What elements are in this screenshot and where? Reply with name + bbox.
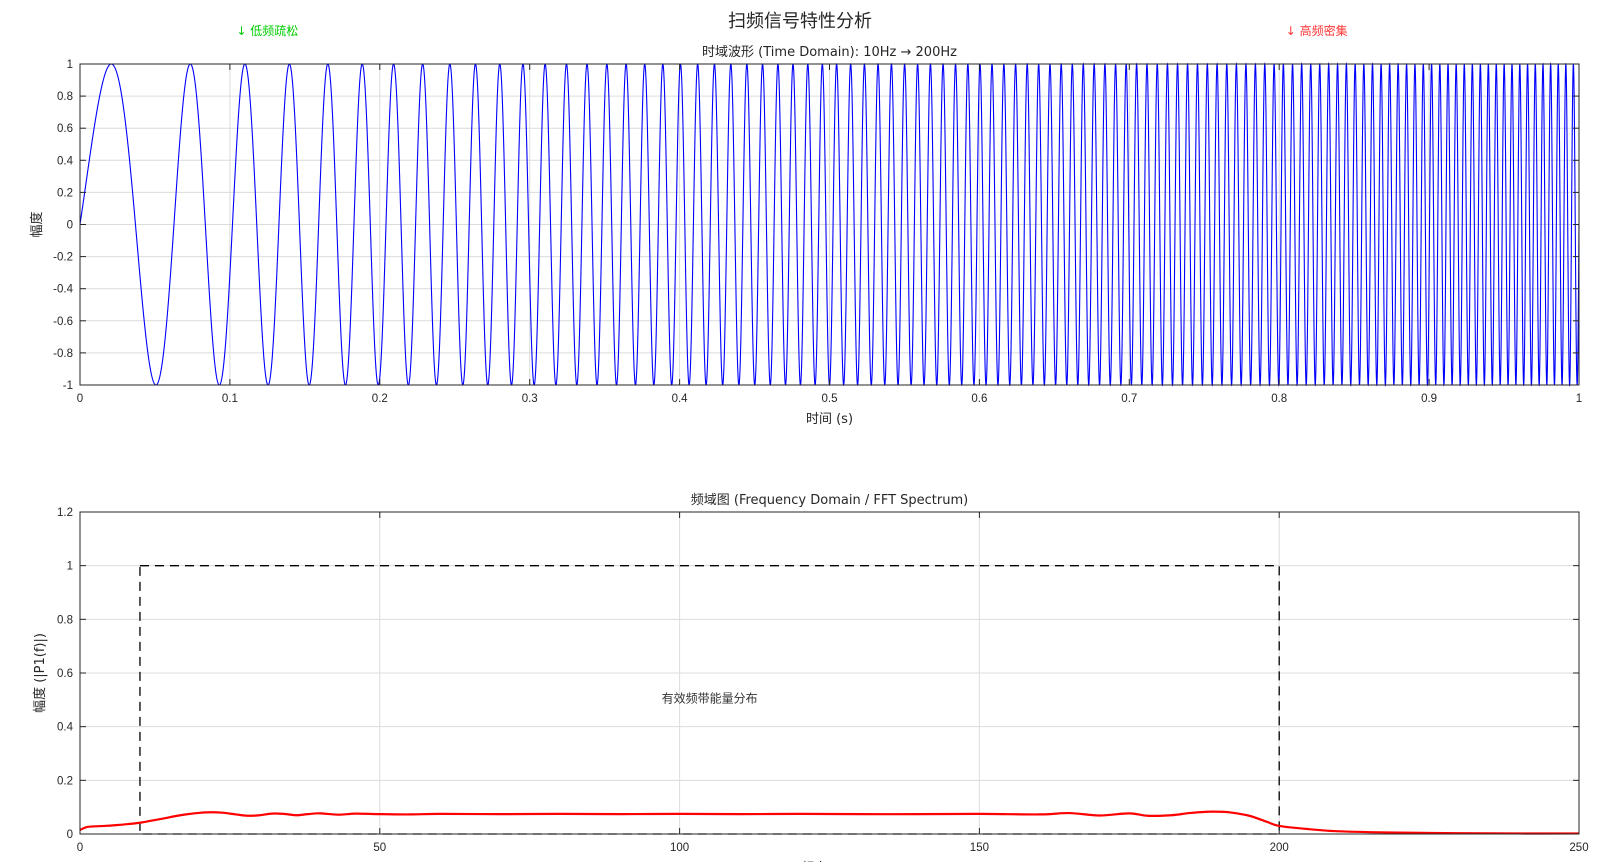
- y-tick-label: 0.4: [57, 155, 74, 167]
- x-tick-label: 0.4: [672, 393, 689, 405]
- y-tick-label: -0.8: [53, 348, 73, 360]
- x-tick-label: 0.2: [372, 393, 388, 405]
- y-tick-label: 0: [67, 220, 73, 232]
- axes-title: 频域图 (Frequency Domain / FFT Spectrum): [691, 493, 968, 508]
- y-tick-label: 1: [67, 561, 73, 573]
- x-axis-label: 时间 (s): [806, 412, 853, 427]
- x-tick-label: 0: [77, 842, 83, 854]
- y-tick-label: 0.2: [57, 187, 73, 199]
- x-tick-label: 0.7: [1121, 393, 1137, 405]
- y-tick-label: 0.6: [57, 123, 73, 135]
- y-tick-label: 1: [67, 59, 73, 71]
- x-tick-label: 200: [1270, 842, 1289, 854]
- x-tick-label: 250: [1569, 842, 1588, 854]
- x-tick-label: 0.9: [1421, 393, 1437, 405]
- y-tick-label: -0.6: [53, 316, 73, 328]
- y-tick-label: 0.6: [57, 668, 73, 680]
- annotation-low-frequency: ↓ 低频疏松: [236, 23, 298, 38]
- y-tick-label: 0.2: [57, 775, 73, 787]
- y-tick-label: -0.4: [53, 284, 73, 296]
- x-tick-label: 0.1: [222, 393, 238, 405]
- y-axis-label: 幅度: [29, 211, 45, 237]
- figure-suptitle: 扫频信号特性分析: [728, 11, 872, 32]
- y-tick-label: -1: [63, 380, 73, 392]
- x-tick-label: 100: [670, 842, 689, 854]
- x-tick-label: 0.8: [1271, 393, 1287, 405]
- x-tick-label: 150: [970, 842, 989, 854]
- y-axis-label: 幅度 (|P1(f)|): [32, 633, 48, 713]
- x-tick-label: 0.5: [822, 393, 838, 405]
- x-tick-label: 1: [1576, 393, 1582, 405]
- y-tick-label: 0.4: [57, 722, 74, 734]
- y-tick-label: 0: [67, 829, 73, 841]
- x-tick-label: 50: [373, 842, 386, 854]
- y-tick-label: 1.2: [57, 507, 73, 519]
- x-tick-label: 0: [77, 393, 83, 405]
- y-tick-label: -0.2: [53, 252, 73, 264]
- figure: 扫频信号特性分析 0 0.1 0.2 0.3 0.4 0.5 0.6 0.7 0.8 0.9 1 -1…: [0, 0, 1617, 862]
- x-tick-label: 0.3: [522, 393, 538, 405]
- y-tick-label: 0.8: [57, 614, 73, 626]
- y-tick-label: 0.8: [57, 91, 73, 103]
- effective-band-label: 有效频带能量分布: [662, 691, 758, 706]
- annotation-high-frequency: ↓ 高频密集: [1286, 23, 1348, 38]
- x-tick-label: 0.6: [971, 393, 987, 405]
- figure-background: [0, 0, 1617, 862]
- axes-title: 时域波形 (Time Domain): 10Hz → 200Hz: [702, 45, 957, 60]
